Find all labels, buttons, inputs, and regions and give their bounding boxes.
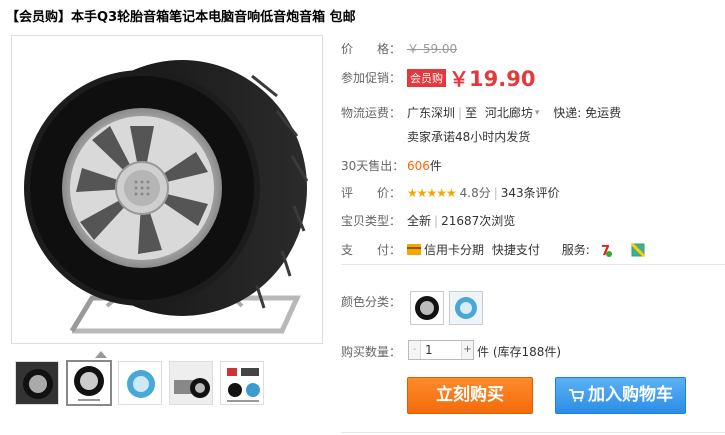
sales-row: 30天售出： 606件 — [341, 157, 442, 174]
sales-label: 30天售出： — [341, 159, 405, 173]
promo-label: 参加促销： — [341, 71, 402, 85]
member-badge: 会员购 — [407, 69, 446, 87]
rating-label: 评 价： — [341, 186, 402, 200]
quantity-label: 购买数量： — [341, 345, 402, 359]
ship-from: 广东深圳 — [407, 106, 456, 120]
sales-unit: 件 — [429, 159, 442, 173]
quantity-input[interactable]: 1 — [425, 343, 433, 357]
section-divider — [341, 264, 725, 265]
ship-promise: 卖家承诺48小时内发货 — [407, 130, 531, 144]
thumbnail-1[interactable] — [15, 361, 59, 405]
add-to-cart-label: 加入购物车 — [588, 385, 673, 405]
promo-row: 参加促销： 会员购 ￥19.90 — [341, 63, 535, 92]
buy-now-button[interactable]: 立刻购买 — [407, 377, 533, 414]
credit-installment[interactable]: 信用卡分期 — [424, 243, 484, 257]
promo-price: 19.90 — [469, 67, 536, 91]
seven-day-return-icon[interactable]: 7 — [600, 243, 614, 257]
thumbnail-4[interactable] — [169, 361, 213, 405]
credit-card-icon — [407, 244, 421, 255]
stock-info: 件 (库存188件) — [477, 343, 561, 360]
chevron-down-icon[interactable]: ▾ — [535, 108, 540, 118]
quantity-plus-button[interactable]: + — [461, 341, 473, 359]
title-text: 本手Q3轮胎音箱笔记本电脑音响低音炮音箱 包邮 — [71, 10, 356, 25]
bottom-divider — [341, 432, 725, 433]
color-option-black[interactable] — [410, 291, 444, 325]
guarantee-icon[interactable] — [631, 243, 646, 257]
yen-symbol: ￥ — [449, 67, 469, 91]
product-title: 【会员购】本手Q3轮胎音箱笔记本电脑音响低音炮音箱 包邮 — [6, 6, 356, 25]
rating-score: 4.8分 — [459, 186, 491, 200]
rating-stars: ★★★★★ — [407, 186, 457, 200]
title-tag: 【会员购】 — [6, 10, 72, 25]
color-row: 颜色分类： — [341, 293, 407, 310]
shipping-label: 物流运费： — [341, 106, 402, 120]
quick-pay[interactable]: 快捷支付 — [492, 243, 540, 257]
quantity-unit: 件 — [477, 345, 490, 359]
view-count: 21687次浏览 — [441, 214, 516, 228]
sales-count: 606 — [407, 159, 430, 173]
main-product-image[interactable] — [11, 35, 323, 344]
thumbnail-3[interactable] — [118, 361, 162, 405]
service-label: 服务: — [561, 243, 590, 257]
thumbnail-pointer-icon — [95, 351, 107, 358]
add-to-cart-button[interactable]: 加入购物车 — [555, 377, 686, 414]
original-price: ￥ 59.00 — [407, 42, 458, 56]
price-row: 价 格： ￥ 59.00 — [341, 40, 457, 57]
item-type-label: 宝贝类型： — [341, 214, 402, 228]
color-option-blue[interactable] — [449, 291, 483, 325]
stock-count: (库存188件) — [492, 345, 562, 359]
rating-row: 评 价： ★★★★★ 4.8分 | 343条评价 — [341, 186, 560, 200]
ship-to-prefix: 至 — [465, 106, 478, 120]
ship-to-select[interactable]: 河北廊坊 — [485, 106, 533, 120]
review-count-link[interactable]: 343条评价 — [501, 186, 560, 200]
cart-icon — [569, 389, 584, 402]
shipping-row: 物流运费： 广东深圳 | 至 河北廊坊 ▾ 快递: 免运费 — [341, 106, 622, 120]
thumbnail-strip — [11, 351, 323, 407]
payment-row: 支 付： 信用卡分期 快捷支付 服务: 7 — [341, 241, 646, 258]
color-label: 颜色分类： — [341, 295, 402, 309]
item-type-row: 宝贝类型： 全新 | 21687次浏览 — [341, 214, 516, 228]
express-fee: 快递: 免运费 — [553, 106, 622, 120]
quantity-stepper: - 1 + — [408, 340, 474, 360]
thumbnail-2[interactable] — [66, 360, 112, 406]
quantity-minus-button[interactable]: - — [409, 341, 421, 359]
quantity-row: 购买数量： — [341, 343, 407, 360]
thumbnail-5[interactable] — [220, 361, 264, 405]
item-condition: 全新 — [407, 214, 432, 228]
payment-label: 支 付： — [341, 243, 402, 257]
price-label: 价 格： — [341, 42, 402, 56]
